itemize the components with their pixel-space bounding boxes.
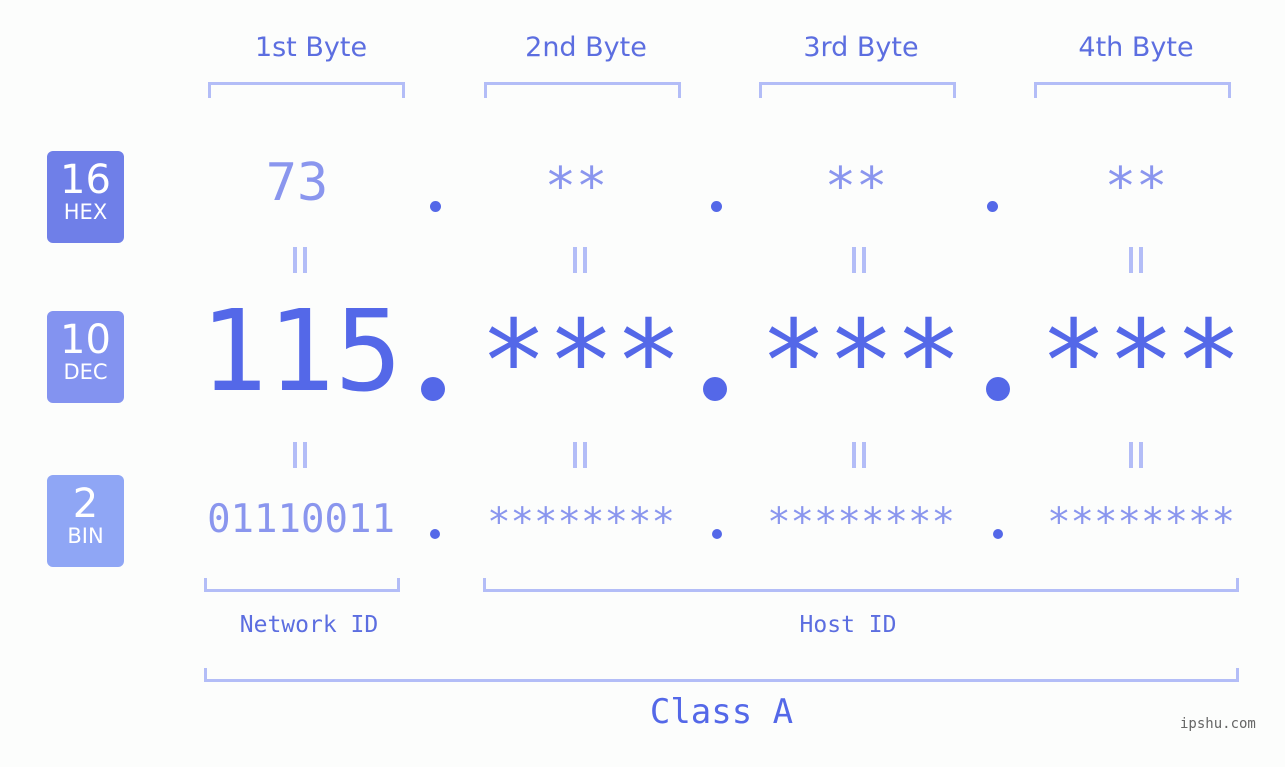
host-id-label: Host ID: [799, 612, 897, 638]
hex-dot-1: [430, 201, 441, 212]
dec-dot-1: [421, 377, 445, 401]
bin-dot-2: [712, 529, 722, 539]
byte-header-1: 1st Byte: [254, 32, 368, 63]
dec-dot-2: [703, 377, 727, 401]
dec-byte-3: ***: [759, 297, 963, 427]
byte-bracket-1: [208, 82, 405, 98]
class-label: Class A: [649, 692, 794, 732]
hex-byte-1: 73: [265, 153, 329, 213]
equals-icon: [849, 247, 869, 273]
dec-dot-3: [986, 377, 1010, 401]
network-id-bracket: [204, 578, 400, 592]
byte-header-3: 3rd Byte: [803, 32, 919, 63]
watermark: ipshu.com: [1180, 716, 1256, 732]
hex-byte-2: **: [544, 157, 608, 217]
class-bracket: [204, 668, 1239, 682]
equals-icon: [1126, 247, 1146, 273]
bin-badge-label: BIN: [67, 524, 104, 548]
byte-bracket-3: [759, 82, 956, 98]
dec-byte-1: 115: [199, 287, 403, 417]
equals-icon: [1126, 442, 1146, 468]
network-id-label: Network ID: [239, 612, 379, 638]
dec-badge: 10 DEC: [47, 311, 124, 403]
bin-badge: 2 BIN: [47, 475, 124, 567]
byte-bracket-4: [1034, 82, 1231, 98]
byte-header-2: 2nd Byte: [525, 32, 647, 63]
hex-badge-label: HEX: [63, 200, 108, 224]
bin-byte-1: 01110011: [207, 497, 395, 542]
host-id-bracket: [483, 578, 1239, 592]
hex-dot-3: [987, 201, 998, 212]
bin-byte-3: ********: [767, 500, 955, 545]
byte-bracket-2: [484, 82, 681, 98]
bin-badge-number: 2: [72, 481, 99, 527]
equals-icon: [290, 442, 310, 468]
hex-byte-3: **: [824, 157, 888, 217]
bin-byte-2: ********: [487, 500, 675, 545]
dec-byte-4: ***: [1039, 297, 1243, 427]
byte-header-4: 4th Byte: [1078, 32, 1194, 63]
hex-badge: 16 HEX: [47, 151, 124, 243]
dec-badge-label: DEC: [63, 360, 108, 384]
dec-badge-number: 10: [60, 317, 111, 363]
equals-icon: [570, 247, 590, 273]
hex-badge-number: 16: [60, 157, 111, 203]
bin-dot-3: [993, 529, 1003, 539]
bin-byte-4: ********: [1047, 500, 1235, 545]
equals-icon: [290, 247, 310, 273]
equals-icon: [570, 442, 590, 468]
dec-byte-2: ***: [479, 297, 683, 427]
hex-byte-4: **: [1104, 157, 1168, 217]
bin-dot-1: [430, 529, 440, 539]
equals-icon: [849, 442, 869, 468]
hex-dot-2: [711, 201, 722, 212]
